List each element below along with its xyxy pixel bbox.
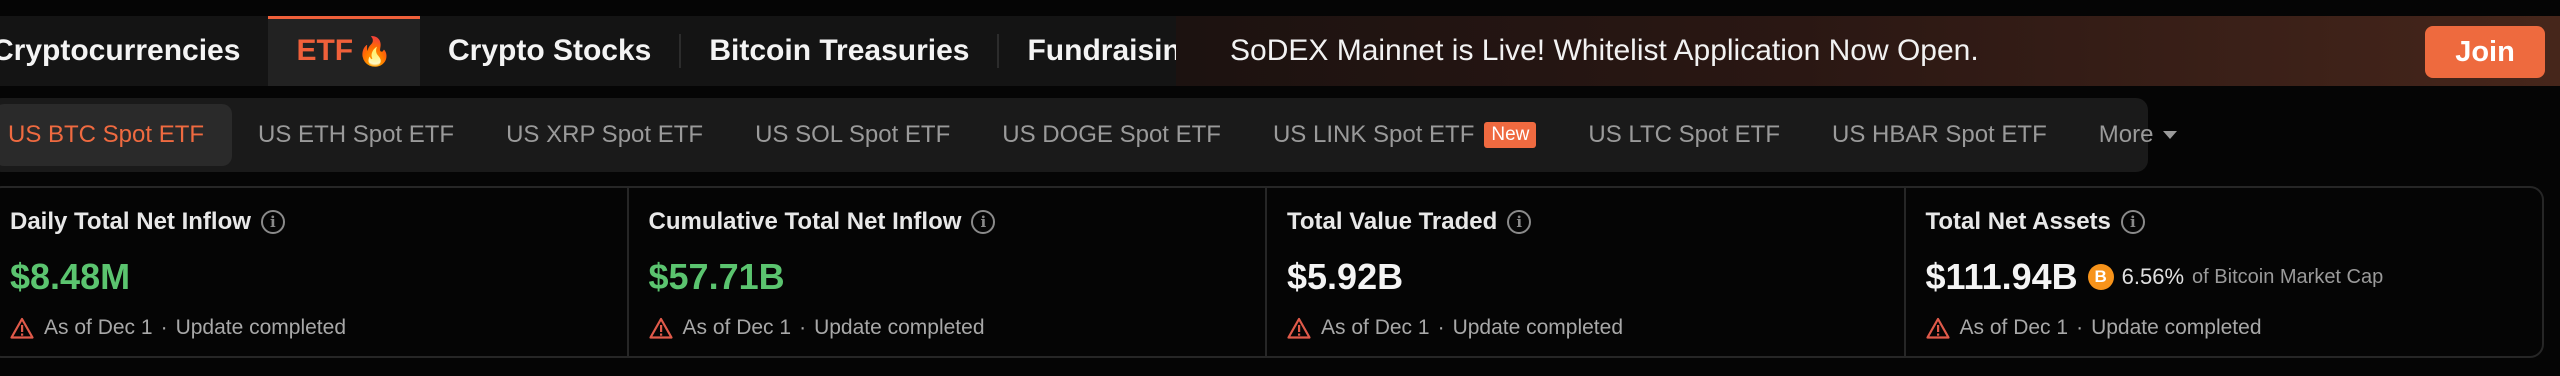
subtab-label: US SOL Spot ETF: [755, 121, 951, 148]
update-status: Update completed: [1452, 316, 1624, 339]
tab-label: Cryptocurrencies: [0, 34, 241, 67]
stat-label: Daily Total Net Inflow i: [10, 208, 285, 236]
join-button[interactable]: Join: [2425, 26, 2545, 78]
warning-icon: [648, 317, 673, 339]
bitcoin-icon: B: [2087, 264, 2114, 290]
tab-label: Crypto Stocks: [447, 34, 652, 67]
stat-footnote: As of Dec 1 · Update completed: [1925, 316, 2262, 340]
tab-label: ETF: [296, 34, 354, 67]
warning-icon: [1925, 317, 1950, 339]
caret-down-icon: [2163, 131, 2178, 139]
tab-crypto-stocks[interactable]: Crypto Stocks: [420, 16, 679, 86]
stat-label-text: Total Net Assets: [1925, 208, 2111, 235]
subtab-label: US LTC Spot ETF: [1588, 121, 1780, 148]
etf-subtabs: US BTC Spot ETF US ETH Spot ETF US XRP S…: [0, 98, 2178, 172]
flame-icon: 🔥: [357, 35, 392, 67]
tab-label: Bitcoin Treasuries: [709, 34, 970, 67]
stat-label: Total Net Assets i: [1926, 208, 2145, 236]
market-cap-percent: 6.56%: [2121, 264, 2185, 289]
stat-value-row: $111.94B B 6.56% of Bitcoin Market Cap: [1926, 256, 2384, 298]
stat-total-value-traded: Total Value Traded i $5.92B As of Dec 1 …: [1267, 188, 1906, 356]
info-icon[interactable]: i: [2120, 210, 2145, 234]
stat-daily-total-net-inflow: Daily Total Net Inflow i $8.48M As of De…: [0, 188, 629, 356]
stat-total-net-assets: Total Net Assets i $111.94B B 6.56% of B…: [1906, 188, 2543, 356]
as-of-date: As of Dec 1: [682, 316, 792, 339]
update-status: Update completed: [814, 316, 985, 339]
separator-dot: ·: [799, 316, 807, 339]
subtab-us-xrp-spot-etf[interactable]: US XRP Spot ETF: [480, 104, 729, 166]
separator-dot: ·: [2076, 316, 2084, 339]
stat-label: Total Value Traded i: [1287, 208, 1532, 236]
etf-stats-panel: Daily Total Net Inflow i $8.48M As of De…: [0, 186, 2544, 358]
subtab-us-ltc-spot-etf[interactable]: US LTC Spot ETF: [1562, 104, 1806, 166]
stat-value: $5.92B: [1287, 256, 1404, 297]
subtab-label: US HBAR Spot ETF: [1832, 121, 2047, 148]
tab-bitcoin-treasuries[interactable]: Bitcoin Treasuries: [681, 16, 997, 86]
tab-etf[interactable]: ETF 🔥: [268, 16, 420, 86]
banner-text[interactable]: SoDEX Mainnet is Live! Whitelist Applica…: [1230, 34, 1979, 68]
update-status: Update completed: [2091, 316, 2262, 339]
subtab-us-link-spot-etf[interactable]: US LINK Spot ETF New: [1247, 104, 1562, 166]
subtab-label: More: [2098, 121, 2154, 148]
stat-footnote: As of Dec 1 · Update completed: [648, 316, 985, 340]
subtab-label: US DOGE Spot ETF: [1002, 121, 1221, 148]
subtab-label: US LINK Spot ETF: [1272, 121, 1475, 148]
new-badge: New: [1484, 122, 1537, 148]
stat-label: Cumulative Total Net Inflow i: [649, 208, 996, 236]
stat-footnote: As of Dec 1 · Update completed: [1287, 316, 1623, 340]
main-tabs: Cryptocurrencies ETF 🔥 Crypto Stocks Bit…: [0, 16, 1227, 86]
update-status: Update completed: [175, 316, 347, 339]
etf-dashboard: Cryptocurrencies ETF 🔥 Crypto Stocks Bit…: [0, 0, 2560, 376]
as-of-date: As of Dec 1: [1959, 316, 2069, 339]
as-of-date: As of Dec 1: [44, 316, 153, 339]
subtab-label: US ETH Spot ETF: [258, 121, 455, 148]
separator-dot: ·: [1437, 316, 1445, 339]
tab-cryptocurrencies[interactable]: Cryptocurrencies: [0, 16, 268, 86]
stat-value: $57.71B: [648, 256, 785, 297]
subtab-label: US BTC Spot ETF: [8, 121, 205, 148]
subtab-us-btc-spot-etf[interactable]: US BTC Spot ETF: [0, 104, 233, 166]
subtab-label: US XRP Spot ETF: [506, 121, 704, 148]
info-icon[interactable]: i: [1507, 210, 1532, 234]
stat-value: $111.94B: [1925, 256, 2078, 297]
stat-value: $8.48M: [10, 256, 131, 297]
subtab-us-sol-spot-etf[interactable]: US SOL Spot ETF: [729, 104, 976, 166]
subtab-us-doge-spot-etf[interactable]: US DOGE Spot ETF: [976, 104, 1247, 166]
announcement-banner[interactable]: SoDEX Mainnet is Live! Whitelist Applica…: [1176, 16, 2560, 86]
market-cap-note: of Bitcoin Market Cap: [2192, 265, 2384, 288]
subtab-us-eth-spot-etf[interactable]: US ETH Spot ETF: [232, 104, 480, 166]
separator-dot: ·: [160, 316, 168, 339]
info-icon[interactable]: i: [260, 210, 285, 234]
warning-icon: [10, 317, 34, 339]
warning-icon: [1287, 317, 1311, 339]
stat-label-text: Daily Total Net Inflow: [10, 208, 251, 235]
as-of-date: As of Dec 1: [1321, 316, 1430, 339]
top-navigation: Cryptocurrencies ETF 🔥 Crypto Stocks Bit…: [0, 16, 2560, 86]
info-icon[interactable]: i: [971, 210, 996, 234]
tab-label: Fundraising: [1027, 34, 1200, 67]
stat-cumulative-total-net-inflow: Cumulative Total Net Inflow i $57.71B As…: [629, 188, 1267, 356]
stat-label-text: Cumulative Total Net Inflow: [648, 208, 962, 235]
stat-footnote: As of Dec 1 · Update completed: [10, 316, 346, 340]
stat-label-text: Total Value Traded: [1287, 208, 1498, 235]
subtab-us-hbar-spot-etf[interactable]: US HBAR Spot ETF: [1806, 104, 2073, 166]
more-dropdown[interactable]: More: [2073, 104, 2204, 166]
